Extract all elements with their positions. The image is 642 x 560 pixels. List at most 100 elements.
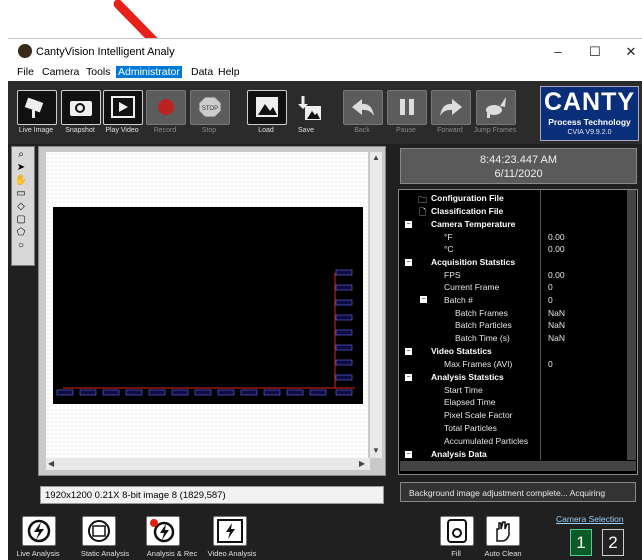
camera-icon bbox=[24, 97, 44, 118]
menu-tools[interactable]: Tools bbox=[84, 66, 113, 78]
record-button[interactable] bbox=[146, 90, 186, 125]
back-button[interactable] bbox=[343, 90, 383, 125]
scroll-right-icon[interactable]: ▶ bbox=[359, 459, 365, 468]
image-vertical-scrollbar[interactable] bbox=[370, 152, 382, 458]
scroll-left-icon[interactable]: ◀ bbox=[48, 459, 54, 468]
forward-button[interactable] bbox=[431, 90, 471, 125]
jump-frames-button[interactable] bbox=[476, 90, 516, 125]
forward-arrow-icon bbox=[440, 99, 462, 116]
fill-bucket-icon bbox=[447, 519, 467, 543]
collapse-acquisition-icon[interactable]: − bbox=[405, 259, 412, 266]
diamond-tool-icon[interactable]: ◇ bbox=[13, 200, 29, 213]
static-image-icon bbox=[88, 520, 110, 542]
tree-analysis-statstics[interactable]: Analysis Statstics bbox=[431, 372, 504, 382]
record-icon bbox=[158, 99, 174, 115]
snapshot-icon bbox=[70, 101, 92, 116]
rounded-rect-tool-icon[interactable]: ▢ bbox=[13, 213, 29, 226]
camera-image bbox=[53, 207, 363, 404]
load-label: Load bbox=[258, 127, 274, 134]
menu-data[interactable]: Data bbox=[189, 66, 215, 78]
brand-tagline: Process Technology bbox=[548, 117, 631, 127]
fill-label: Fill bbox=[451, 549, 461, 558]
back-label: Back bbox=[354, 127, 370, 134]
value-max-frames: 0 bbox=[548, 359, 553, 369]
collapse-camera-temperature-icon[interactable]: − bbox=[405, 221, 412, 228]
brand-name: CANTY bbox=[543, 88, 636, 116]
pause-button[interactable] bbox=[387, 90, 427, 125]
tree-vertical-scrollbar[interactable] bbox=[627, 190, 636, 460]
tree-acquisition-statstics[interactable]: Acquisition Statstics bbox=[431, 257, 515, 267]
stop-button[interactable]: STOP bbox=[190, 90, 230, 125]
tree-video-statstics[interactable]: Video Statstics bbox=[431, 346, 492, 356]
collapse-video-icon[interactable]: − bbox=[405, 348, 412, 355]
polygon-tool-icon[interactable]: ⬠ bbox=[13, 226, 29, 239]
value-batch-particles: NaN bbox=[548, 320, 566, 330]
tree-fahrenheit: °F bbox=[444, 232, 453, 242]
jump-frames-label: Jump Frames bbox=[473, 127, 517, 134]
zoom-tool-icon[interactable]: ⌕ bbox=[13, 148, 29, 161]
camera-1-button[interactable]: 1 bbox=[570, 529, 592, 556]
auto-clean-label: Auto Clean bbox=[484, 549, 522, 558]
film-icon bbox=[111, 96, 135, 118]
ellipse-tool-icon[interactable]: ○ bbox=[13, 239, 29, 252]
value-batch-number: 0 bbox=[548, 295, 553, 305]
menu-camera[interactable]: Camera bbox=[40, 66, 81, 78]
camera-2-button[interactable]: 2 bbox=[602, 529, 624, 556]
snapshot-button[interactable] bbox=[61, 90, 101, 125]
image-horizontal-scrollbar[interactable] bbox=[46, 458, 370, 470]
pause-icon bbox=[400, 99, 414, 115]
tree-column-divider bbox=[540, 190, 541, 460]
maximize-button[interactable]: ☐ bbox=[585, 43, 605, 61]
acquisition-status-message: Background image adjustment complete... … bbox=[400, 482, 636, 502]
rectangle-tool-icon[interactable]: ▭ bbox=[13, 187, 29, 200]
auto-clean-button[interactable] bbox=[486, 516, 520, 546]
timestamp-display: 8:44:23.447 AM 6/11/2020 bbox=[400, 148, 637, 184]
tree-analysis-data[interactable]: Analysis Data bbox=[431, 449, 487, 459]
value-celsius: 0.00 bbox=[548, 244, 565, 254]
tree-classification-file[interactable]: Classification File bbox=[431, 206, 503, 216]
collapse-analysis-data-icon[interactable]: − bbox=[405, 451, 412, 458]
tree-batch-number[interactable]: Batch # bbox=[444, 295, 473, 305]
save-button[interactable] bbox=[287, 90, 325, 123]
minimize-button[interactable]: – bbox=[548, 43, 568, 61]
scroll-down-icon[interactable]: ▼ bbox=[372, 446, 380, 455]
static-analysis-button[interactable] bbox=[82, 516, 116, 546]
camera-selection-link[interactable]: Camera Selection bbox=[556, 514, 624, 524]
save-label: Save bbox=[298, 127, 314, 134]
tree-accumulated-particles: Accumulated Particles bbox=[444, 436, 529, 446]
load-button[interactable] bbox=[247, 90, 287, 125]
live-image-label: Live Image bbox=[18, 127, 54, 134]
tree-max-frames: Max Frames (AVI) bbox=[444, 359, 513, 369]
live-analysis-button[interactable] bbox=[22, 516, 56, 546]
tree-camera-temperature[interactable]: Camera Temperature bbox=[431, 219, 515, 229]
close-button[interactable]: ✕ bbox=[621, 43, 641, 61]
value-fahrenheit: 0.00 bbox=[548, 232, 565, 242]
lightning-circle-icon bbox=[27, 519, 51, 543]
tree-horizontal-scrollbar[interactable] bbox=[400, 461, 636, 471]
menu-file[interactable]: File bbox=[15, 66, 36, 78]
tree-configuration-file[interactable]: Configuration File bbox=[431, 193, 504, 203]
fill-button[interactable] bbox=[440, 516, 474, 546]
play-video-button[interactable] bbox=[103, 90, 143, 125]
canty-brand-logo: CANTY Process Technology CVIA V9.9.2.0 bbox=[540, 86, 639, 141]
image-info-status: 1920x1200 0.21X 8-bit image 8 (1829,587) bbox=[40, 486, 384, 504]
tree-batch-time: Batch Time (s) bbox=[455, 333, 510, 343]
value-current-frame: 0 bbox=[548, 282, 553, 292]
live-image-button[interactable] bbox=[17, 90, 57, 125]
image-load-icon bbox=[256, 97, 278, 117]
menu-administrator[interactable]: Administrator bbox=[116, 66, 182, 78]
pointer-tool-icon[interactable]: ➤ bbox=[13, 161, 29, 174]
collapse-batch-icon[interactable]: − bbox=[420, 296, 427, 303]
window-title: CantyVision Intelligent Analy bbox=[36, 46, 175, 58]
scroll-up-icon[interactable]: ▲ bbox=[372, 153, 380, 162]
menu-help[interactable]: Help bbox=[216, 66, 242, 78]
analysis-rec-button[interactable] bbox=[146, 516, 180, 546]
collapse-analysis-stats-icon[interactable]: − bbox=[405, 374, 412, 381]
pause-label: Pause bbox=[396, 127, 416, 134]
pan-hand-tool-icon[interactable]: ✋ bbox=[13, 174, 29, 187]
stop-label: Stop bbox=[201, 127, 217, 134]
video-analysis-button[interactable] bbox=[213, 516, 247, 546]
clock-time: 8:44:23.447 AM bbox=[479, 154, 558, 166]
svg-text:STOP: STOP bbox=[202, 106, 218, 112]
tree-batch-frames: Batch Frames bbox=[455, 308, 508, 318]
